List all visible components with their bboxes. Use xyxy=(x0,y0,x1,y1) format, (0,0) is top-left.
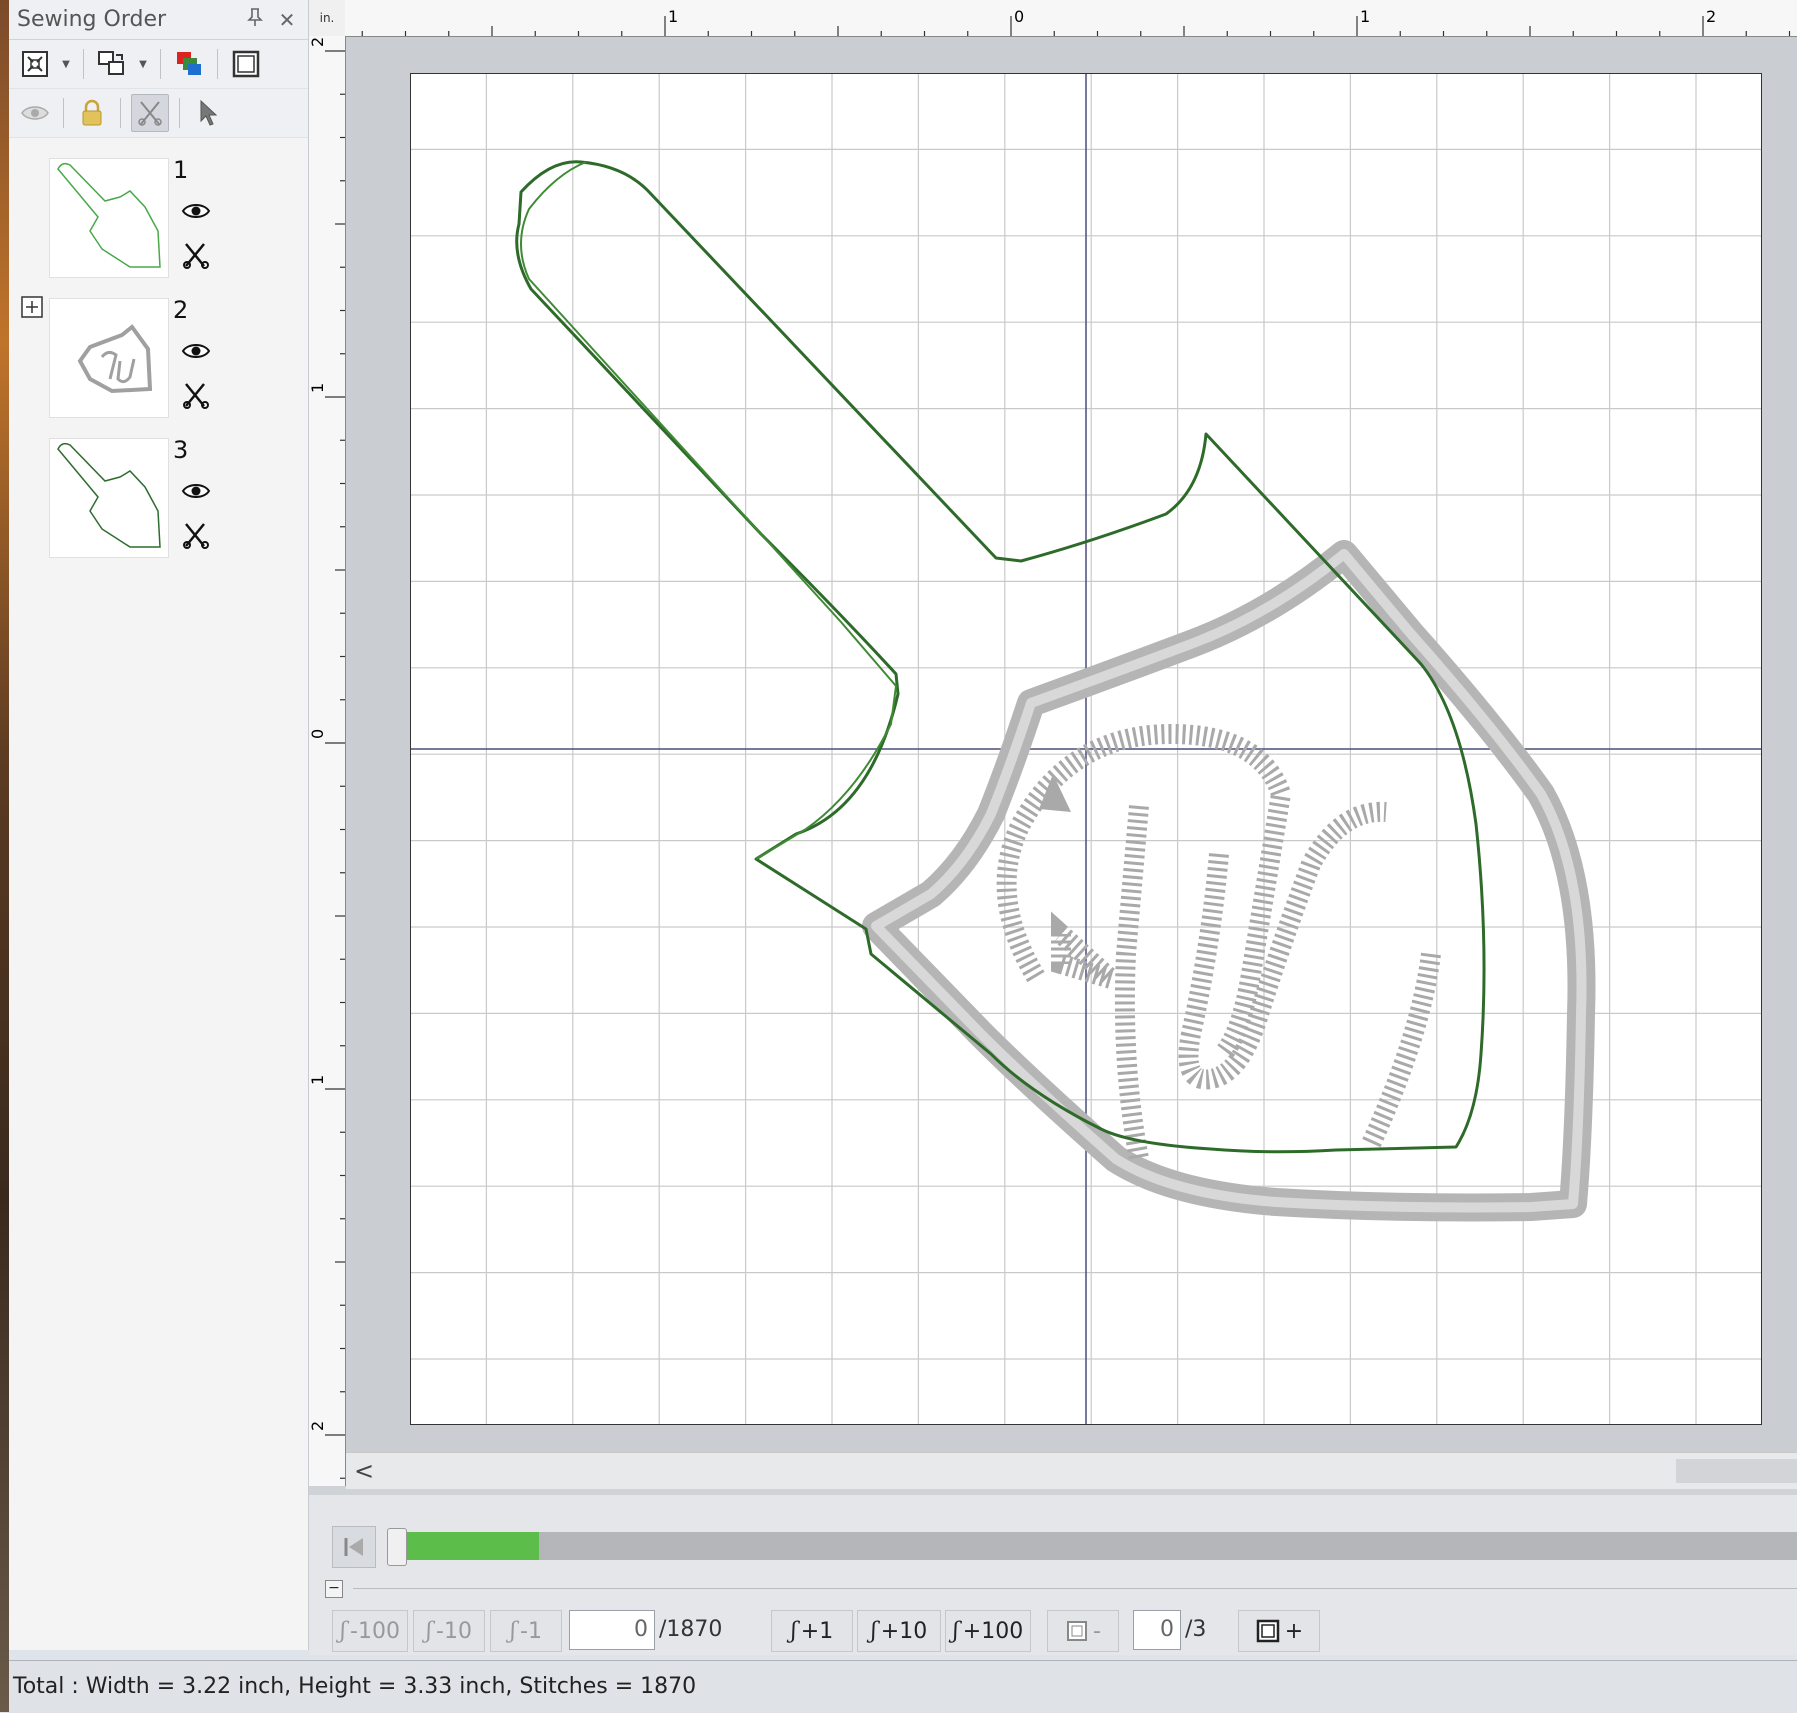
forward-100-button[interactable]: ʃ +100 xyxy=(945,1610,1031,1652)
button-label: +1 xyxy=(800,1618,834,1644)
scrollbar-thumb[interactable] xyxy=(1676,1459,1797,1483)
needle-icon: ʃ xyxy=(426,1618,433,1644)
total-colors-label: /3 xyxy=(1185,1617,1207,1642)
collapse-icon[interactable]: − xyxy=(325,1580,343,1598)
forward-1-button[interactable]: ʃ +1 xyxy=(771,1610,853,1652)
horizontal-scrollbar[interactable]: < xyxy=(346,1452,1797,1489)
ruler-label: 1 xyxy=(309,1075,327,1085)
close-icon[interactable]: ✕ xyxy=(274,7,300,33)
eye-icon[interactable] xyxy=(181,200,211,222)
button-label: - xyxy=(1093,1618,1101,1644)
top-ruler: 21012 xyxy=(322,0,1797,37)
needle-icon: ʃ xyxy=(790,1618,797,1644)
needle-scissors-icon[interactable] xyxy=(181,520,211,550)
needle-scissors-icon[interactable] xyxy=(131,94,169,132)
divider xyxy=(353,1588,1797,1589)
panel-header: Sewing Order ✕ xyxy=(9,0,308,40)
group-icon[interactable] xyxy=(94,46,130,82)
button-label: -1 xyxy=(520,1618,542,1644)
toolbar-divider xyxy=(120,98,121,128)
hoop-frame-icon xyxy=(1256,1619,1280,1643)
ruler-label: 2 xyxy=(309,37,327,47)
ruler-label: 0 xyxy=(1014,7,1024,26)
status-bar: Total : Width = 3.22 inch, Height = 3.33… xyxy=(9,1660,1797,1713)
stitch-progress-bar[interactable] xyxy=(387,1528,1797,1566)
button-label: -10 xyxy=(436,1618,472,1644)
hoop-area[interactable] xyxy=(410,73,1762,1425)
button-label: +10 xyxy=(880,1618,928,1644)
design-canvas-area: in. 2 1 0 1 2 2 1 0 1 2 xyxy=(308,0,1797,1495)
current-stitch-input[interactable]: 0 xyxy=(569,1610,655,1650)
eye-icon[interactable] xyxy=(17,95,53,131)
panel-title: Sewing Order xyxy=(17,7,167,32)
ruler-label: 0 xyxy=(309,729,327,739)
layer-thumbnail[interactable] xyxy=(49,438,169,558)
satin-border xyxy=(862,540,1596,1222)
chevron-left-icon[interactable]: < xyxy=(352,1457,376,1485)
ruler-label: 1 xyxy=(309,383,327,393)
outline-stitch xyxy=(515,160,1486,1154)
eye-icon[interactable] xyxy=(181,480,211,502)
layer-list: 1 2 3 xyxy=(9,140,308,560)
lock-icon[interactable] xyxy=(74,95,110,131)
button-label: -100 xyxy=(350,1618,400,1644)
pin-icon[interactable] xyxy=(242,7,268,33)
ruler-label: 1 xyxy=(1360,7,1370,26)
layer-item-2[interactable]: 2 xyxy=(9,280,308,420)
needle-icon: ʃ xyxy=(340,1618,347,1644)
layer-item-3[interactable]: 3 xyxy=(9,420,308,560)
forward-10-button[interactable]: ʃ +10 xyxy=(857,1610,941,1652)
desktop-background xyxy=(0,0,9,1712)
toolbar-divider xyxy=(160,49,161,79)
progress-slider-handle[interactable] xyxy=(387,1528,407,1566)
hoop-frame-icon[interactable] xyxy=(228,46,264,82)
layer-number: 1 xyxy=(173,156,189,184)
expand-icon[interactable] xyxy=(21,296,43,318)
left-ruler: 2 1 0 1 2 xyxy=(308,36,346,1486)
needle-icon: ʃ xyxy=(510,1618,517,1644)
hoop-frame-icon xyxy=(1067,1621,1088,1641)
panel-toolbar-2 xyxy=(9,89,308,138)
layer-number: 3 xyxy=(173,436,189,464)
toolbar-divider xyxy=(217,49,218,79)
chevron-down-icon[interactable]: ▼ xyxy=(59,46,73,82)
sewing-order-panel: Sewing Order ✕ ▼ ▼ 1 2 3 xyxy=(9,0,309,1650)
stitch-progress-fill xyxy=(399,1532,539,1560)
color-forward-button[interactable]: + xyxy=(1238,1610,1320,1652)
needle-icon: ʃ xyxy=(870,1618,877,1644)
toolbar-divider xyxy=(83,49,84,79)
toolbar-divider xyxy=(179,98,180,128)
back-10-button[interactable]: ʃ -10 xyxy=(413,1610,485,1652)
ruler-label: 2 xyxy=(1706,7,1716,26)
current-color-input[interactable]: 0 xyxy=(1133,1610,1181,1650)
color-back-button[interactable]: - xyxy=(1047,1610,1119,1652)
toolbar-divider xyxy=(63,98,64,128)
layer-item-1[interactable]: 1 xyxy=(9,140,308,280)
seek-start-button[interactable] xyxy=(332,1526,376,1568)
button-label: + xyxy=(1284,1618,1304,1644)
layer-number: 2 xyxy=(173,296,189,324)
layer-thumbnail[interactable] xyxy=(49,298,169,418)
inner-letters xyxy=(996,723,1441,1161)
needle-icon: ʃ xyxy=(952,1618,959,1644)
stitch-simulator: − ʃ -100 ʃ -10 ʃ -1 0 /1870 ʃ +1 ʃ +10 ʃ +100 … xyxy=(309,1495,1797,1655)
button-label: +100 xyxy=(962,1618,1024,1644)
ruler-label: 2 xyxy=(309,1421,327,1431)
eye-icon[interactable] xyxy=(181,340,211,362)
back-100-button[interactable]: ʃ -100 xyxy=(332,1610,408,1652)
chevron-down-icon[interactable]: ▼ xyxy=(136,46,150,82)
fit-view-icon[interactable] xyxy=(17,46,53,82)
ruler-label: 1 xyxy=(668,7,678,26)
pointer-icon[interactable] xyxy=(190,95,226,131)
needle-scissors-icon[interactable] xyxy=(181,240,211,270)
total-stitches-label: /1870 xyxy=(659,1617,723,1642)
panel-toolbar-1: ▼ ▼ xyxy=(9,40,308,89)
color-layers-icon[interactable] xyxy=(171,46,207,82)
needle-scissors-icon[interactable] xyxy=(181,380,211,410)
back-1-button[interactable]: ʃ -1 xyxy=(490,1610,562,1652)
ruler-unit: in. xyxy=(309,0,346,37)
design-viewport[interactable] xyxy=(346,37,1797,1452)
layer-thumbnail[interactable] xyxy=(49,158,169,278)
